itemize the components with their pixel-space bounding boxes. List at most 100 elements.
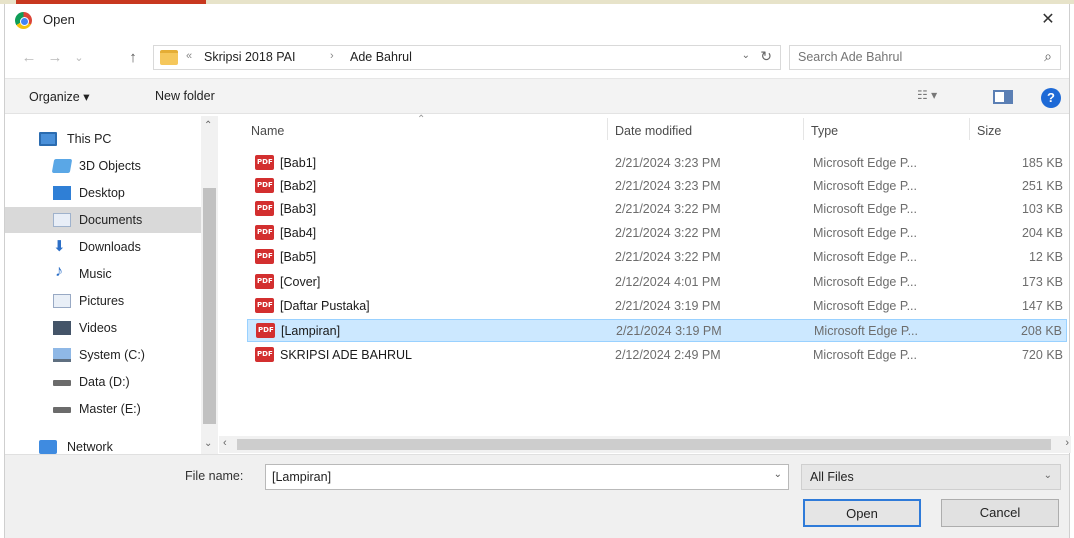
- sidebar-item-label: This PC: [67, 132, 112, 146]
- file-row[interactable]: [Bab5] 2/21/2024 3:22 PM Microsoft Edge …: [247, 246, 1067, 269]
- file-type: Microsoft Edge P...: [813, 179, 917, 193]
- sidebar-item-data-d[interactable]: Data (D:): [5, 369, 201, 395]
- file-name: [Daftar Pustaka]: [280, 299, 370, 313]
- column-header-name[interactable]: Name: [251, 124, 284, 138]
- documents-icon: [53, 213, 71, 227]
- organize-button[interactable]: Organize ▾: [29, 89, 89, 104]
- file-size: 185 KB: [1021, 156, 1063, 170]
- sidebar-item-videos[interactable]: Videos: [5, 315, 201, 341]
- sidebar-item-label: Master (E:): [79, 402, 141, 416]
- pictures-icon: [53, 294, 71, 308]
- file-type: Microsoft Edge P...: [813, 299, 917, 313]
- breadcrumb-item[interactable]: Skripsi 2018 PAI: [204, 50, 295, 64]
- pc-icon: [39, 132, 57, 146]
- breadcrumb-chevron-icon[interactable]: ›: [330, 50, 334, 62]
- help-icon[interactable]: ?: [1041, 88, 1061, 108]
- column-header-type[interactable]: Type: [811, 124, 838, 138]
- column-header-size[interactable]: Size: [977, 124, 1001, 138]
- scroll-up-icon[interactable]: ⌃: [204, 120, 212, 131]
- preview-pane-icon[interactable]: [993, 90, 1013, 104]
- navigation-bar: ← → ⌄ ↑ « Skripsi 2018 PAI › Ade Bahrul …: [5, 42, 1069, 74]
- file-type-select[interactable]: All Files ⌄: [801, 464, 1061, 490]
- scrollbar-thumb[interactable]: [237, 439, 1051, 450]
- forward-arrow-icon[interactable]: →: [45, 48, 65, 68]
- file-type: Microsoft Edge P...: [813, 226, 917, 240]
- breadcrumb-overflow-icon[interactable]: «: [186, 50, 192, 62]
- sidebar-item-3d-objects[interactable]: 3D Objects: [5, 153, 201, 179]
- navigation-pane-scrollbar[interactable]: ⌃ ⌄: [201, 116, 218, 454]
- scroll-right-icon[interactable]: ›: [1065, 437, 1069, 449]
- command-toolbar: Organize ▾ New folder ☷ ▾ ?: [5, 78, 1069, 114]
- horizontal-scrollbar[interactable]: ‹ ›: [219, 436, 1071, 453]
- drive-icon: [53, 380, 71, 386]
- change-view-button[interactable]: ☷ ▾: [917, 88, 937, 102]
- file-size: 147 KB: [1021, 299, 1063, 313]
- file-row[interactable]: SKRIPSI ADE BAHRUL 2/12/2024 2:49 PM Mic…: [247, 344, 1067, 367]
- close-button[interactable]: ✕: [1033, 6, 1063, 34]
- open-button[interactable]: Open: [803, 499, 921, 527]
- file-row[interactable]: [Bab1] 2/21/2024 3:23 PM Microsoft Edge …: [247, 152, 1067, 175]
- search-box[interactable]: ⌕: [789, 45, 1061, 70]
- file-date: 2/21/2024 3:22 PM: [615, 250, 721, 264]
- file-size: 204 KB: [1021, 226, 1063, 240]
- recent-locations-icon[interactable]: ⌄: [69, 48, 89, 68]
- cancel-button[interactable]: Cancel: [941, 499, 1059, 527]
- file-date: 2/21/2024 3:23 PM: [615, 156, 721, 170]
- file-date: 2/21/2024 3:19 PM: [615, 299, 721, 313]
- scroll-left-icon[interactable]: ‹: [223, 437, 227, 449]
- address-dropdown-icon[interactable]: ⌄: [742, 50, 750, 61]
- sidebar-item-label: Network: [67, 440, 113, 454]
- back-arrow-icon[interactable]: ←: [19, 48, 39, 68]
- sidebar-item-this-pc[interactable]: This PC: [5, 126, 201, 152]
- file-type: Microsoft Edge P...: [813, 250, 917, 264]
- up-arrow-icon[interactable]: ↑: [123, 48, 143, 68]
- sidebar-item-system-c[interactable]: System (C:): [5, 342, 201, 368]
- scroll-down-icon[interactable]: ⌄: [204, 438, 212, 449]
- file-row[interactable]: [Bab3] 2/21/2024 3:22 PM Microsoft Edge …: [247, 198, 1067, 221]
- chrome-app-icon: [15, 12, 32, 29]
- sidebar-item-documents[interactable]: Documents: [5, 207, 201, 233]
- file-date: 2/21/2024 3:22 PM: [615, 202, 721, 216]
- search-input[interactable]: [798, 50, 1018, 64]
- file-name: [Bab4]: [280, 226, 317, 240]
- file-row[interactable]: [Bab2] 2/21/2024 3:23 PM Microsoft Edge …: [247, 175, 1067, 198]
- pdf-file-icon: [256, 323, 275, 338]
- sidebar-item-label: Documents: [79, 213, 143, 227]
- chevron-down-icon[interactable]: ⌄: [1044, 470, 1052, 481]
- sidebar-item-music[interactable]: ♪ Music: [5, 261, 201, 287]
- file-row[interactable]: [Bab4] 2/21/2024 3:22 PM Microsoft Edge …: [247, 222, 1067, 245]
- file-date: 2/12/2024 4:01 PM: [615, 275, 721, 289]
- file-name-combobox[interactable]: ⌄: [265, 464, 789, 490]
- file-row-selected[interactable]: [Lampiran] 2/21/2024 3:19 PM Microsoft E…: [247, 319, 1067, 342]
- file-size: 12 KB: [1028, 250, 1063, 264]
- sidebar-item-master-e[interactable]: Master (E:): [5, 396, 201, 422]
- column-header-date-modified[interactable]: Date modified: [615, 124, 692, 138]
- refresh-icon[interactable]: ↻: [760, 48, 772, 65]
- sidebar-item-downloads[interactable]: ⬇ Downloads: [5, 234, 201, 260]
- scrollbar-thumb[interactable]: [203, 188, 216, 424]
- file-name-label: File name:: [185, 469, 244, 483]
- file-name: [Cover]: [280, 275, 321, 289]
- file-name: [Bab3]: [280, 202, 317, 216]
- dialog-title: Open: [43, 12, 75, 27]
- file-row[interactable]: [Cover] 2/12/2024 4:01 PM Microsoft Edge…: [247, 271, 1067, 294]
- breadcrumb-item[interactable]: Ade Bahrul: [350, 50, 412, 64]
- file-size: 720 KB: [1021, 348, 1063, 362]
- sidebar-item-pictures[interactable]: Pictures: [5, 288, 201, 314]
- column-divider[interactable]: [607, 118, 608, 140]
- search-icon[interactable]: ⌕: [1044, 48, 1052, 65]
- new-folder-button[interactable]: New folder: [155, 89, 215, 103]
- column-headers: ⌃ Name Date modified Type Size: [219, 114, 1071, 144]
- file-type: Microsoft Edge P...: [813, 275, 917, 289]
- file-row[interactable]: [Daftar Pustaka] 2/21/2024 3:19 PM Micro…: [247, 295, 1067, 318]
- column-divider[interactable]: [803, 118, 804, 140]
- address-bar[interactable]: « Skripsi 2018 PAI › Ade Bahrul ⌄ ↻: [153, 45, 781, 70]
- system-drive-icon: [53, 348, 71, 362]
- column-divider[interactable]: [969, 118, 970, 140]
- file-name-input[interactable]: [272, 470, 752, 484]
- sidebar-item-desktop[interactable]: Desktop: [5, 180, 201, 206]
- chevron-down-icon[interactable]: ⌄: [774, 469, 782, 480]
- file-size: 251 KB: [1021, 179, 1063, 193]
- drive-icon: [53, 407, 71, 413]
- file-name: [Bab1]: [280, 156, 317, 170]
